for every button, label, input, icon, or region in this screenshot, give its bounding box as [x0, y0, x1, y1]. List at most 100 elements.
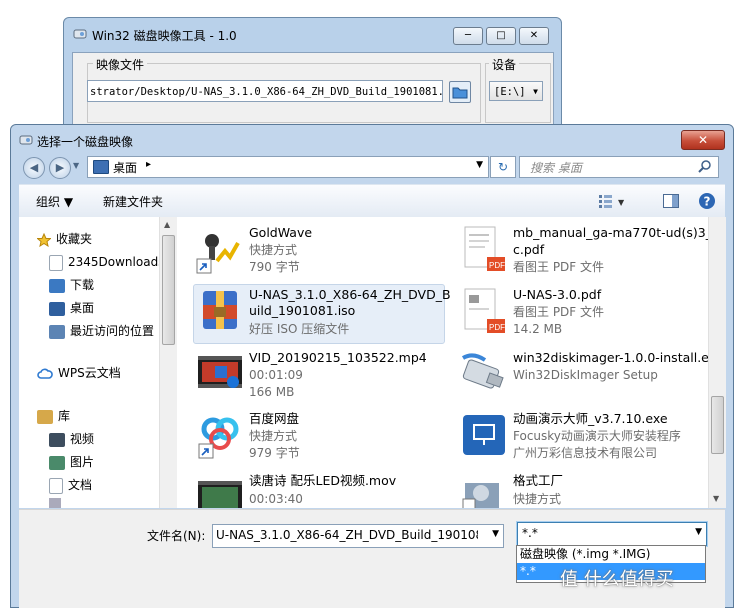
- nav-item-documents[interactable]: 文档: [49, 474, 92, 496]
- baidu-netdisk-icon: [197, 411, 245, 459]
- disk-imager-title: Win32 磁盘映像工具 - 1.0: [92, 29, 237, 43]
- file-list-scroll-thumb[interactable]: [711, 396, 724, 454]
- library-icon: [37, 409, 53, 424]
- svg-text:PDF: PDF: [489, 323, 505, 332]
- search-icon: [698, 159, 712, 173]
- preview-pane-icon[interactable]: [662, 192, 680, 210]
- nav-scrollbar[interactable]: ▲: [159, 217, 177, 508]
- dropdown-arrow-icon: ▼: [533, 87, 538, 96]
- help-icon[interactable]: ?: [698, 192, 716, 210]
- organize-button[interactable]: 组织 ▼: [36, 193, 73, 210]
- star-icon: [37, 232, 51, 247]
- nav-library[interactable]: 库: [37, 405, 70, 427]
- file-duration: 00:01:09: [249, 368, 303, 382]
- address-location[interactable]: 桌面: [113, 159, 137, 176]
- desktop-icon: [93, 160, 109, 174]
- image-file-label: 映像文件: [93, 56, 148, 73]
- svg-text:?: ?: [704, 195, 711, 209]
- address-bar[interactable]: 桌面 ▸ ▼: [87, 156, 489, 178]
- file-name[interactable]: 动画演示大师_v3.7.10.exe: [513, 411, 668, 427]
- picture-library-icon: [49, 455, 65, 470]
- mov-file-icon: [195, 475, 245, 508]
- open-file-dialog: 选择一个磁盘映像 ✕ ◀ ▶ ▼ 桌面 ▸ ▼ ↻ 搜索 桌面 组织 ▼ 新建文…: [10, 124, 734, 608]
- navigation-pane: 收藏夹 2345Downloads 下载 桌面 最近访问的位置 WPS云文档 库…: [19, 217, 176, 508]
- nav-scroll-thumb[interactable]: [162, 235, 175, 345]
- close-button[interactable]: ✕: [519, 27, 549, 45]
- file-name-continued[interactable]: uild_1901081.iso: [249, 303, 355, 319]
- search-input[interactable]: 搜索 桌面: [530, 159, 582, 176]
- image-path-input[interactable]: strator/Desktop/U-NAS_3.1.0_X86-64_ZH_DV…: [87, 80, 443, 102]
- file-company: 广州万彩信息技术有限公司: [513, 446, 658, 460]
- file-type: 好压 ISO 压缩文件: [249, 322, 350, 336]
- filename-combo[interactable]: U-NAS_3.1.0_X86-64_ZH_DVD_Build_1901081.…: [212, 524, 504, 548]
- file-type-filter[interactable]: *.* ▼: [517, 522, 707, 546]
- file-name[interactable]: win32diskimager-1.0.0-install.exe: [513, 350, 723, 366]
- file-type: 快捷方式: [249, 429, 298, 443]
- filter-option-disk-image[interactable]: 磁盘映像 (*.img *.IMG): [517, 546, 705, 563]
- file-name[interactable]: mb_manual_ga-ma770t-ud(s)3_s: [513, 225, 718, 241]
- command-bar: 组织 ▼ 新建文件夹 ▼ ?: [19, 184, 725, 218]
- address-separator[interactable]: ▸: [146, 159, 151, 170]
- file-name-continued[interactable]: c.pdf: [513, 242, 544, 258]
- file-name[interactable]: 读唐诗 配乐LED视频.mov: [249, 473, 396, 489]
- nav-item-videos[interactable]: 视频: [49, 428, 94, 450]
- address-dropdown-icon[interactable]: ▼: [476, 160, 483, 170]
- cloud-icon: [37, 367, 53, 381]
- file-name[interactable]: GoldWave: [249, 225, 312, 241]
- nav-item-desktop[interactable]: 桌面: [49, 297, 94, 319]
- file-type: 快捷方式: [249, 243, 298, 257]
- disk-imager-window: Win32 磁盘映像工具 - 1.0 ─ □ ✕ 映像文件 strator/De…: [63, 17, 562, 129]
- back-button[interactable]: ◀: [23, 157, 45, 179]
- nav-wps-cloud[interactable]: WPS云文档: [37, 362, 121, 384]
- view-options-icon[interactable]: ▼: [597, 192, 629, 210]
- dialog-app-icon: [19, 133, 33, 147]
- file-name[interactable]: U-NAS-3.0.pdf: [513, 287, 601, 303]
- nav-item-recent[interactable]: 最近访问的位置: [49, 320, 154, 342]
- file-duration: 00:03:40: [249, 492, 303, 506]
- refresh-button[interactable]: ↻: [490, 156, 516, 178]
- file-list: GoldWave 快捷方式 790 字节 U-NAS_3.1.0_X86-64_…: [177, 217, 725, 508]
- filename-input[interactable]: U-NAS_3.1.0_X86-64_ZH_DVD_Build_1901081.…: [216, 528, 478, 542]
- desktop-icon: [49, 301, 65, 316]
- file-name[interactable]: VID_20190215_103522.mp4: [249, 350, 427, 366]
- file-list-scrollbar[interactable]: ▼: [708, 217, 726, 508]
- disk-imager-app-icon: [73, 27, 87, 41]
- maximize-button[interactable]: □: [486, 27, 516, 45]
- scroll-down-icon[interactable]: ▼: [713, 494, 719, 503]
- file-size: 790 字节: [249, 260, 300, 274]
- device-select[interactable]: [E:\] ▼: [489, 81, 543, 101]
- disk-imager-client: 映像文件 strator/Desktop/U-NAS_3.1.0_X86-64_…: [72, 52, 554, 128]
- nav-item-downloads[interactable]: 下载: [49, 274, 94, 296]
- minimize-button[interactable]: ─: [453, 27, 483, 45]
- forward-button[interactable]: ▶: [49, 157, 71, 179]
- recent-places-icon: [49, 324, 65, 339]
- scroll-up-icon[interactable]: ▲: [164, 220, 170, 229]
- watermark: 值 什么值得买: [560, 569, 674, 590]
- file-name[interactable]: 格式工厂: [513, 473, 563, 489]
- filter-value: *.*: [522, 526, 538, 540]
- nav-item-pictures[interactable]: 图片: [49, 451, 94, 473]
- goldwave-icon: [195, 225, 245, 275]
- nav-item-2345downloads[interactable]: 2345Downloads: [49, 251, 164, 273]
- dialog-close-button[interactable]: ✕: [681, 130, 725, 150]
- file-description: Focusky动画演示大师安装程序: [513, 429, 681, 443]
- filter-dropdown-icon[interactable]: ▼: [695, 527, 702, 537]
- search-box[interactable]: 搜索 桌面: [519, 156, 719, 178]
- file-name[interactable]: 百度网盘: [249, 411, 299, 427]
- device-value: [E:\]: [494, 86, 526, 98]
- file-type: 看图王 PDF 文件: [513, 260, 605, 274]
- usb-drive-icon: [459, 350, 509, 396]
- file-size: 166 MB: [249, 385, 295, 399]
- file-type: 快捷方式: [513, 492, 562, 506]
- filename-dropdown-icon[interactable]: ▼: [492, 529, 499, 539]
- file-name[interactable]: U-NAS_3.1.0_X86-64_ZH_DVD_B: [249, 287, 451, 303]
- nav-favorites[interactable]: 收藏夹: [37, 228, 92, 250]
- focusky-app-icon: [461, 413, 507, 457]
- file-description: Win32DiskImager Setup: [513, 368, 658, 382]
- svg-text:▼: ▼: [618, 198, 625, 207]
- new-folder-button[interactable]: 新建文件夹: [103, 193, 163, 210]
- filename-label: 文件名(N):: [147, 529, 206, 543]
- pdf-file-icon: PDF: [459, 225, 509, 275]
- history-dropdown-icon[interactable]: ▼: [73, 161, 79, 170]
- browse-folder-button[interactable]: [449, 81, 471, 103]
